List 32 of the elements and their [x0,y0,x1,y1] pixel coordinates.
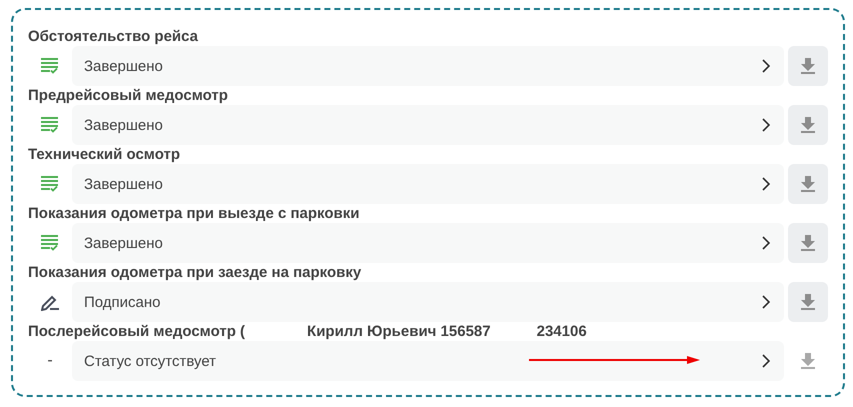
download-button[interactable] [788,223,828,263]
section-title: 234106 [536,323,587,340]
status-field[interactable]: Статус отсутствует [72,341,784,381]
empty-status-dash: - [47,352,53,370]
download-button[interactable] [788,164,828,204]
download-button[interactable] [788,46,828,86]
download-button[interactable] [788,105,828,145]
download-icon [801,294,815,310]
chevron-right-icon [762,177,770,191]
download-button[interactable] [788,282,828,322]
section-title: Кирилл Юрьевич 156587 [307,323,491,340]
status-field[interactable]: Завершено [72,164,784,204]
chevron-right-icon [762,236,770,250]
status-field[interactable]: Завершено [72,46,784,86]
section-title: Обстоятельство рейса [28,28,198,45]
status-field[interactable]: Завершено [72,223,784,263]
download-icon [801,117,815,133]
section-title: Предрейсовый медосмотр [28,87,228,104]
status-field[interactable]: Подписано [72,282,784,322]
section-title: Показания одометра при выезде с парковки [28,205,360,222]
section-title: Послерейсовый медосмотр ( [28,323,246,340]
chevron-right-icon [762,295,770,309]
download-icon [801,353,815,369]
section-title: Технический осмотр [28,146,180,163]
status-field[interactable]: Завершено [72,105,784,145]
download-icon [801,58,815,74]
chevron-right-icon [762,118,770,132]
section-title: Показания одометра при заезде на парковку [28,264,362,281]
chevron-right-icon [762,354,770,368]
download-icon [801,176,815,192]
chevron-right-icon [762,59,770,73]
download-icon [801,235,815,251]
